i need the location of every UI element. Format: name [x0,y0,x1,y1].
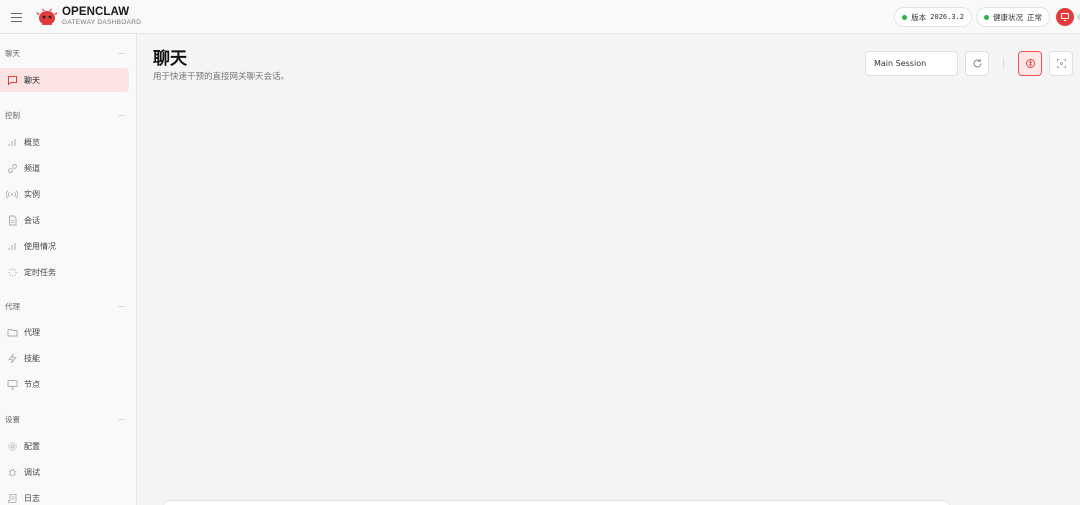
sidebar-item-label: 实例 [24,189,40,199]
link-icon [6,162,18,174]
sidebar-item-label: 定时任务 [24,267,56,277]
sidebar-item-label: 聊天 [24,75,40,85]
sidebar-item-instances[interactable]: 实例 [0,182,129,206]
brand-subtitle: GATEWAY DASHBOARD [62,19,142,26]
gear-icon [6,440,18,452]
sidebar-item-label: 概览 [24,137,40,147]
sidebar-section-chat[interactable]: 聊天 — [5,46,127,60]
health-value: 正常 [1027,12,1042,22]
chat-composer[interactable] [163,500,950,505]
user-avatar-button[interactable] [1056,8,1074,26]
section-title: 设置 [5,414,20,424]
sidebar-item-agents[interactable]: 代理 [0,320,129,344]
monitor-icon [6,378,18,390]
collapse-icon[interactable]: — [118,302,125,310]
sidebar-item-label: 日志 [24,493,40,503]
page-title: 聊天 [153,49,187,69]
health-badge: 健康状况 正常 [976,7,1050,27]
version-badge: 版本 2026.3.2 [894,7,972,27]
sidebar-item-usage[interactable]: 使用情况 [0,234,129,258]
sidebar-item-overview[interactable]: 概览 [0,130,129,154]
sidebar-item-label: 节点 [24,379,40,389]
status-dot-icon [902,14,908,20]
sidebar-item-skills[interactable]: 技能 [0,346,129,370]
loader-icon [6,266,18,278]
sidebar-item-cron[interactable]: 定时任务 [0,260,129,284]
main-content: 聊天 用于快速干预的直接网关聊天会话。 Main Session [137,34,1080,505]
collapse-icon[interactable]: — [118,111,125,119]
brain-icon [1025,59,1035,68]
openclaw-logo-icon [36,7,58,27]
sidebar-item-logs[interactable]: 日志 [0,486,129,505]
monitor-icon [1060,12,1070,22]
sidebar-item-channels[interactable]: 频道 [0,156,129,180]
sidebar: 聊天 — 聊天 控制 — 概览 频道 实例 会话 使用情况 定时任务 代理 — … [0,34,137,505]
sidebar-item-debug[interactable]: 调试 [0,460,129,484]
toolbar-divider [1003,58,1004,69]
collapse-icon[interactable]: — [118,49,125,57]
sidebar-item-sessions[interactable]: 会话 [0,208,129,232]
bar-chart-icon [6,240,18,252]
bar-chart-icon [6,136,18,148]
section-title: 代理 [5,301,20,311]
brand: OPENCLAW GATEWAY DASHBOARD [62,5,142,27]
sidebar-item-label: 频道 [24,163,40,173]
page-subtitle: 用于快速干预的直接网关聊天会话。 [153,72,290,82]
sidebar-section-control[interactable]: 控制 — [5,108,127,122]
version-value: 2026.3.2 [930,13,964,21]
refresh-button[interactable] [965,51,989,76]
sidebar-item-nodes[interactable]: 节点 [0,372,129,396]
brand-title: OPENCLAW [62,5,130,18]
focus-mode-button[interactable] [1049,51,1073,76]
zap-icon [6,352,18,364]
sidebar-section-agents[interactable]: 代理 — [5,299,127,313]
section-title: 控制 [5,110,20,120]
status-dot-icon [984,14,989,20]
refresh-icon [973,59,981,68]
radio-icon [6,188,18,200]
sidebar-item-label: 调试 [24,467,40,477]
message-square-icon [6,74,18,86]
session-select[interactable]: Main Session [865,51,958,76]
focus-icon [1056,59,1066,68]
sidebar-item-label: 技能 [24,353,40,363]
menu-icon[interactable] [11,12,24,22]
health-label: 健康状况 [993,12,1023,22]
sidebar-item-chat[interactable]: 聊天 [0,68,129,92]
top-bar: OPENCLAW GATEWAY DASHBOARD 版本 2026.3.2 健… [0,0,1080,34]
sidebar-item-label: 配置 [24,441,40,451]
sidebar-item-config[interactable]: 配置 [0,434,129,458]
sidebar-item-label: 会话 [24,215,40,225]
version-label: 版本 [911,12,927,22]
sidebar-item-label: 使用情况 [24,241,56,251]
folder-icon [6,326,18,338]
file-text-icon [6,214,18,226]
scroll-icon [6,492,18,504]
thinking-toggle-button[interactable] [1018,51,1042,76]
sidebar-section-settings[interactable]: 设置 — [5,412,127,426]
section-title: 聊天 [5,48,20,58]
bug-icon [6,466,18,478]
sidebar-item-label: 代理 [24,327,40,337]
collapse-icon[interactable]: — [118,415,125,423]
